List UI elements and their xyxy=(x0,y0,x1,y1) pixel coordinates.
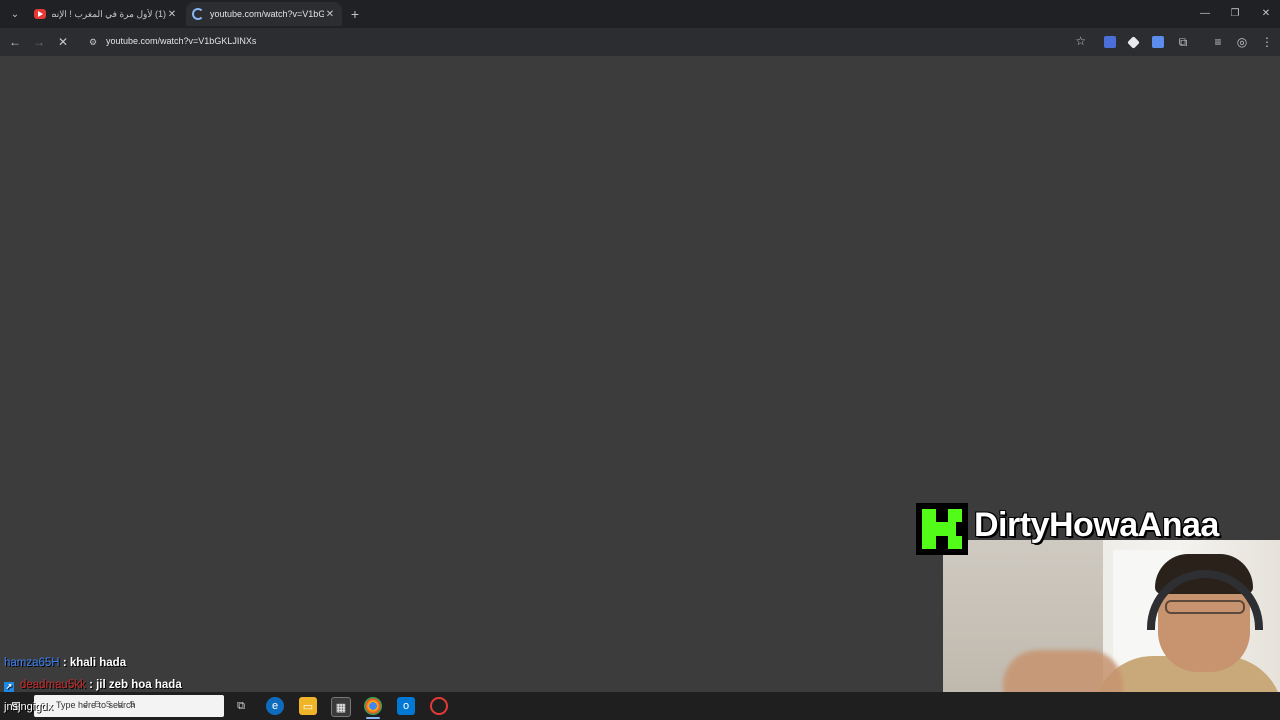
chat-username: deadmau5kk xyxy=(20,679,86,691)
bookmark-star-icon[interactable]: ☆ xyxy=(1075,34,1086,48)
kick-logo-icon xyxy=(916,503,968,555)
windows-taskbar: ⊞ ⌕ Type here to search J E S U S ⧉ e ▭ … xyxy=(0,692,1280,720)
chat-message: ↗ deadmau5kk : jil zeb hoa hada xyxy=(4,679,182,692)
loading-spinner-icon xyxy=(192,8,204,20)
chat-message: hamza65H : khali hada xyxy=(4,657,126,669)
url-text[interactable]: youtube.com/watch?v=V1bGKLJINXs xyxy=(106,36,256,46)
stop-loading-icon[interactable]: ✕ xyxy=(54,33,72,51)
new-tab-icon[interactable]: + xyxy=(346,5,364,23)
profile-icon[interactable]: ◎ xyxy=(1233,33,1251,51)
outlook-icon[interactable]: o xyxy=(397,697,415,715)
microsoft-store-icon[interactable]: ▦ xyxy=(331,697,351,717)
close-tab-icon[interactable]: ✕ xyxy=(324,9,336,20)
restore-icon[interactable]: ❐ xyxy=(1225,4,1245,22)
chat-overlay-fragment: jnsjngigdx xyxy=(4,701,53,713)
image-extension-icon[interactable] xyxy=(1152,36,1164,48)
browser-toolbar: ← → ✕ ⚙ youtube.com/watch?v=V1bGKLJINXs … xyxy=(0,28,1280,56)
task-view-icon[interactable]: ⧉ xyxy=(232,697,250,715)
edge-browser-icon[interactable]: e xyxy=(266,697,284,715)
youtube-favicon-icon xyxy=(34,9,46,19)
diamond-extension-icon[interactable] xyxy=(1127,36,1140,49)
close-window-icon[interactable]: ✕ xyxy=(1256,4,1276,22)
chrome-active-indicator xyxy=(366,717,380,719)
streamer-name: DirtyHowaAnaa xyxy=(974,506,1219,544)
site-info-icon[interactable]: ⚙ xyxy=(86,34,100,50)
close-tab-icon[interactable]: ✕ xyxy=(166,9,178,20)
tab-active-loading[interactable]: youtube.com/watch?v=V1bGKLJINXs ✕ xyxy=(186,2,342,26)
tab-strip: ⌄ (1) لأول مرة في المغرب ! الإنطلا ✕ you… xyxy=(0,0,1280,28)
chrome-icon[interactable] xyxy=(364,697,382,715)
chat-badge-icon: ↗ xyxy=(4,682,14,692)
chat-text: : jil zeb hoa hada xyxy=(89,679,182,691)
search-overlay-text: J E S U S xyxy=(84,700,137,709)
tab-title: (1) لأول مرة في المغرب ! الإنطلا xyxy=(52,8,166,19)
tab-search-chevron-icon[interactable]: ⌄ xyxy=(6,5,24,23)
obs-record-icon[interactable] xyxy=(430,697,448,715)
file-explorer-icon[interactable]: ▭ xyxy=(299,697,317,715)
tab-title: youtube.com/watch?v=V1bGKLJINXs xyxy=(210,9,324,19)
forward-arrow-icon[interactable]: → xyxy=(30,33,48,51)
minimize-icon[interactable]: — xyxy=(1195,4,1215,22)
translate-extension-icon[interactable] xyxy=(1104,36,1116,48)
address-bar[interactable]: ⚙ youtube.com/watch?v=V1bGKLJINXs ☆ xyxy=(80,31,1094,53)
chat-username: hamza65H xyxy=(4,657,60,669)
tab-youtube-video[interactable]: (1) لأول مرة في المغرب ! الإنطلا ✕ xyxy=(28,2,184,26)
reading-list-icon[interactable]: ≡ xyxy=(1209,33,1227,51)
taskbar-search-box[interactable]: ⌕ Type here to search J E S U S xyxy=(34,695,224,717)
chat-text: : khali hada xyxy=(62,657,127,669)
extensions-puzzle-icon[interactable]: ⧉ xyxy=(1174,33,1192,51)
menu-kebab-icon[interactable]: ⋮ xyxy=(1258,33,1276,51)
back-arrow-icon[interactable]: ← xyxy=(6,33,24,51)
